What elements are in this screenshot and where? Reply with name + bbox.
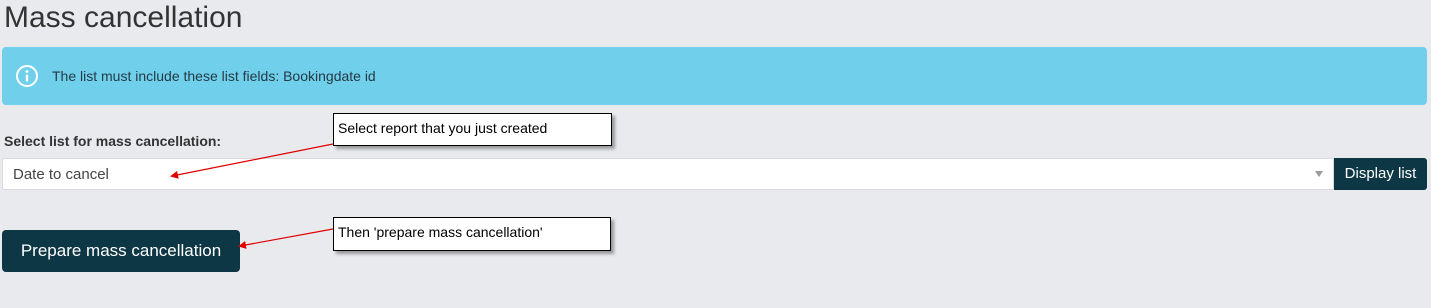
info-alert-text: The list must include these list fields:… — [52, 68, 376, 84]
display-list-button[interactable]: Display list — [1334, 158, 1427, 190]
callout-prepare: Then 'prepare mass cancellation' — [333, 217, 611, 251]
chevron-down-icon — [1315, 171, 1323, 177]
prepare-mass-cancellation-button[interactable]: Prepare mass cancellation — [2, 230, 240, 272]
info-alert: The list must include these list fields:… — [2, 47, 1427, 105]
list-select-value: Date to cancel — [13, 166, 109, 183]
page-title: Mass cancellation — [4, 1, 243, 34]
info-icon — [16, 65, 38, 87]
select-list-label: Select list for mass cancellation: — [4, 133, 222, 149]
list-select[interactable]: Date to cancel — [2, 158, 1334, 190]
annotation-arrow-prepare — [238, 228, 334, 249]
callout-select-report: Select report that you just created — [333, 113, 612, 146]
